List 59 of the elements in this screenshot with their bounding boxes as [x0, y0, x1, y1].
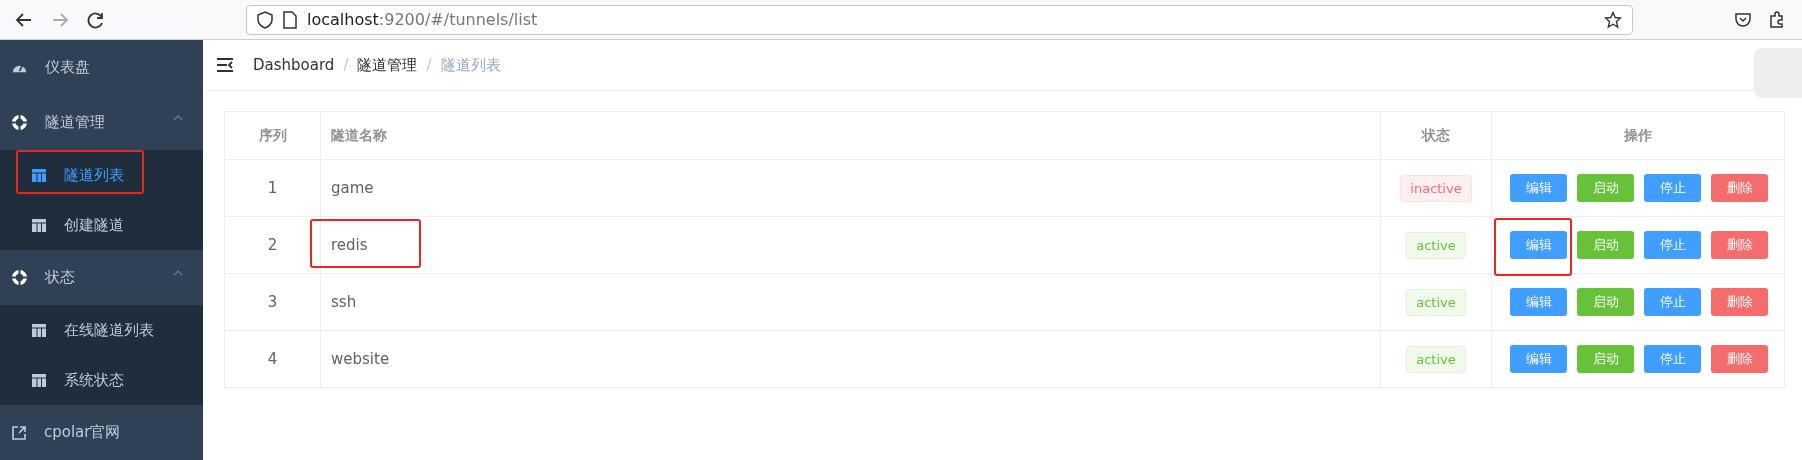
action-button[interactable]: 删除 — [1711, 345, 1768, 373]
action-button[interactable]: 停止 — [1644, 345, 1701, 373]
action-button[interactable]: 停止 — [1644, 174, 1701, 202]
table-cell: 2 — [224, 216, 321, 274]
action-button[interactable]: 删除 — [1711, 231, 1768, 259]
status-tag: inactive — [1400, 174, 1472, 202]
column-header: 操作 — [1491, 111, 1785, 160]
table-cell: 1 — [224, 159, 321, 217]
action-button[interactable]: 编辑 — [1510, 174, 1567, 202]
sidebar-group[interactable]: 状态 — [0, 250, 203, 305]
sidebar-item[interactable]: 在线隧道列表 — [0, 305, 203, 355]
status-tag: active — [1406, 345, 1466, 373]
url-text: localhost:9200/#/tunnels/list — [307, 10, 539, 29]
grid-icon — [32, 323, 46, 337]
sidebar-item[interactable]: 仪表盘 — [0, 40, 203, 95]
grid-icon — [32, 168, 46, 182]
action-button[interactable]: 启动 — [1577, 231, 1634, 259]
column-header: 隧道名称 — [320, 111, 1381, 160]
pocket-icon[interactable] — [1734, 10, 1752, 29]
action-button[interactable]: 编辑 — [1510, 345, 1567, 373]
table-cell: game — [320, 159, 1381, 217]
circle-icon — [12, 270, 27, 285]
breadcrumb-link[interactable]: 隧道管理 — [357, 55, 418, 75]
action-button[interactable]: 启动 — [1577, 345, 1634, 373]
table-cell: 3 — [224, 273, 321, 331]
sidebar-item[interactable]: 系统状态 — [0, 355, 203, 405]
column-header: 序列 — [224, 111, 321, 160]
address-bar[interactable]: localhost:9200/#/tunnels/list — [246, 4, 1633, 35]
page-icon — [283, 10, 297, 29]
action-button[interactable]: 启动 — [1577, 174, 1634, 202]
action-button[interactable]: 停止 — [1644, 288, 1701, 316]
breadcrumb-item: 隧道列表 — [440, 55, 501, 75]
column-header: 状态 — [1380, 111, 1492, 160]
action-button[interactable]: 删除 — [1711, 174, 1768, 202]
action-button[interactable]: 删除 — [1711, 288, 1768, 316]
shield-icon — [257, 10, 273, 29]
menu-icon[interactable] — [217, 58, 233, 72]
sidebar-item[interactable]: 隧道列表 — [0, 150, 203, 200]
action-button[interactable]: 编辑 — [1510, 288, 1567, 316]
action-button[interactable]: 停止 — [1644, 231, 1701, 259]
breadcrumb-separator: / — [426, 56, 432, 74]
table-cell: ssh — [320, 273, 1381, 331]
external-link-icon — [12, 425, 26, 440]
breadcrumb-link[interactable]: Dashboard — [253, 56, 335, 74]
table-cell: 4 — [224, 330, 321, 388]
sidebar-group[interactable]: 隧道管理 — [0, 95, 203, 150]
sidebar-item[interactable]: 创建隧道 — [0, 200, 203, 250]
grid-icon — [32, 218, 46, 232]
grid-icon — [32, 373, 46, 387]
table-cell: website — [320, 330, 1381, 388]
star-icon[interactable] — [1604, 10, 1622, 29]
status-tag: active — [1406, 231, 1466, 259]
sidebar-item[interactable]: cpolar官网 — [0, 405, 203, 460]
action-button[interactable]: 编辑 — [1510, 231, 1567, 259]
circle-icon — [12, 115, 27, 130]
action-button[interactable]: 启动 — [1577, 288, 1634, 316]
status-tag: active — [1406, 288, 1466, 316]
breadcrumb-separator: / — [343, 56, 349, 74]
puzzle-icon[interactable] — [1768, 10, 1786, 29]
